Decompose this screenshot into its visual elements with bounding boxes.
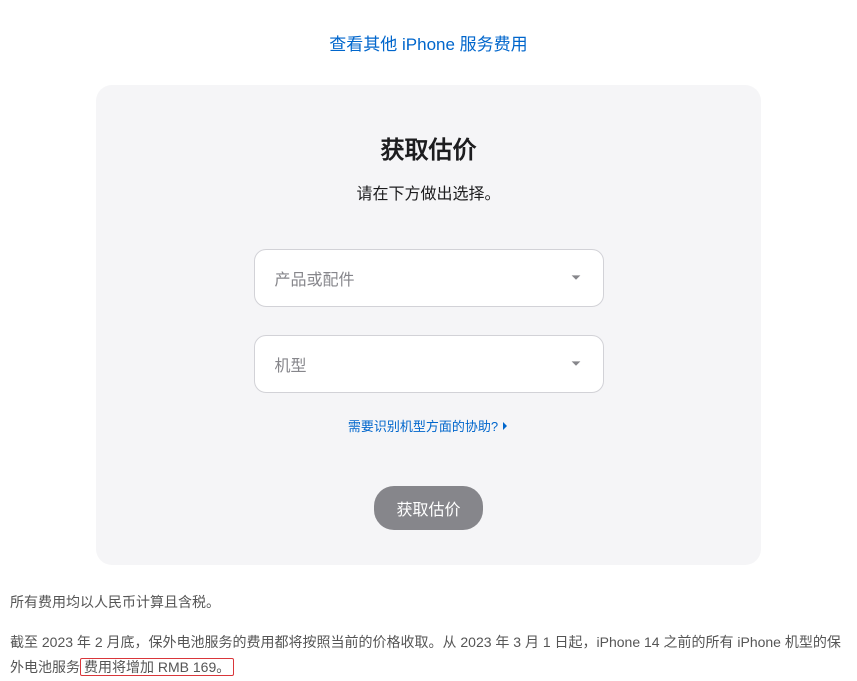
estimate-card: 获取估价 请在下方做出选择。 产品或配件 机型 需要识别机型方面的协助? 获取估… [96, 85, 761, 565]
chevron-right-icon [502, 421, 509, 431]
other-services-link[interactable]: 查看其他 iPhone 服务费用 [329, 35, 527, 54]
footer-text: 所有费用均以人民币计算且含税。 截至 2023 年 2 月底，保外电池服务的费用… [0, 590, 857, 681]
model-select-placeholder: 机型 [275, 352, 307, 376]
model-select-wrap: 机型 [254, 335, 604, 393]
card-title: 获取估价 [146, 130, 711, 165]
footer-line1: 所有费用均以人民币计算且含税。 [10, 590, 847, 615]
chevron-down-icon [569, 357, 583, 371]
help-link-text: 需要识别机型方面的协助? [348, 416, 498, 435]
product-select-wrap: 产品或配件 [254, 249, 604, 307]
help-link-wrap: 需要识别机型方面的协助? [146, 416, 711, 436]
product-select[interactable]: 产品或配件 [254, 249, 604, 307]
chevron-down-icon [569, 271, 583, 285]
top-link-wrap: 查看其他 iPhone 服务费用 [0, 0, 857, 75]
footer-line2: 截至 2023 年 2 月底，保外电池服务的费用都将按照当前的价格收取。从 20… [10, 630, 847, 680]
card-subtitle: 请在下方做出选择。 [146, 180, 711, 204]
identify-model-link[interactable]: 需要识别机型方面的协助? [348, 416, 509, 435]
highlight-annotation: 费用将增加 RMB 169。 [80, 658, 234, 676]
get-estimate-button[interactable]: 获取估价 [374, 486, 482, 530]
model-select[interactable]: 机型 [254, 335, 604, 393]
product-select-placeholder: 产品或配件 [275, 266, 355, 290]
